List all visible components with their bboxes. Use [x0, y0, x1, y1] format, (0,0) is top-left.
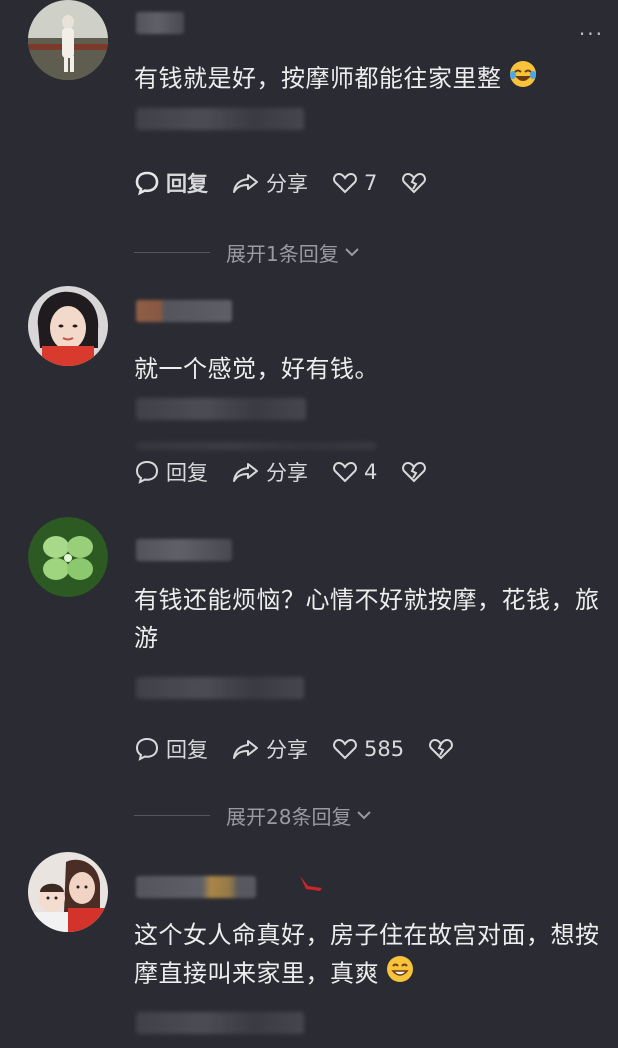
reply-bubble-icon [135, 171, 159, 196]
more-dots-icon[interactable]: ··· [579, 22, 604, 46]
username-blurred [136, 876, 256, 898]
comment-text: 这个女人命真好，房子住在故宫对面，想按摩直接叫来家里，真爽 [134, 916, 604, 995]
reply-button[interactable]: 回复 [134, 734, 208, 764]
reply-button[interactable]: 回复 [134, 168, 208, 198]
heart-icon [333, 461, 357, 483]
username-blurred [136, 12, 184, 34]
share-arrow-icon [233, 463, 258, 482]
heart-icon [333, 172, 357, 194]
comment-text: 有钱就是好，按摩师都能往家里整 [134, 59, 604, 100]
username-blurred [136, 300, 232, 322]
username-blurred [136, 539, 232, 561]
dislike-button[interactable] [401, 460, 427, 484]
broken-heart-icon [402, 172, 427, 194]
avatar[interactable] [28, 517, 108, 597]
share-arrow-icon [233, 740, 258, 759]
reply-bubble-icon [135, 460, 159, 484]
broken-heart-icon [402, 461, 427, 483]
share-button[interactable]: 分享 [232, 734, 308, 764]
timestamp-blurred [136, 677, 304, 699]
avatar[interactable] [28, 0, 108, 80]
share-button[interactable]: 分享 [232, 168, 308, 198]
timestamp-blurred [136, 398, 306, 420]
chevron-down-icon [357, 811, 372, 820]
heart-icon [333, 738, 357, 760]
like-button[interactable]: 7 [332, 171, 377, 195]
expand-replies[interactable]: 展开1条回复 [134, 239, 574, 266]
comment-text: 就一个感觉，好有钱。 [134, 355, 379, 383]
timestamp-blurred [136, 108, 304, 130]
divider-line [134, 251, 210, 253]
share-button[interactable]: 分享 [232, 457, 308, 487]
chevron-down-icon [345, 248, 359, 257]
comment-actions: 回复 分享 585 [134, 734, 478, 764]
avatar[interactable] [28, 286, 108, 366]
dislike-button[interactable] [401, 171, 427, 195]
broken-heart-icon [429, 738, 453, 760]
avatar[interactable] [28, 852, 108, 932]
comment-text: 有钱还能烦恼？心情不好就按摩，花钱，旅游 [134, 586, 600, 652]
reply-button[interactable]: 回复 [134, 457, 208, 487]
like-button[interactable]: 4 [332, 460, 377, 484]
share-arrow-icon [233, 174, 258, 193]
reply-bubble-icon [135, 737, 159, 761]
divider-line [134, 814, 210, 816]
comment-actions: 回复 分享 4 [134, 457, 451, 487]
expand-replies[interactable]: 展开28条回复 [134, 802, 574, 829]
like-button[interactable]: 585 [332, 737, 404, 761]
grin-emoji-icon [385, 954, 415, 995]
rofl-emoji-icon [508, 59, 538, 100]
timestamp-blurred [136, 1012, 304, 1034]
comment-actions: 回复 分享 7 [134, 168, 451, 198]
heels-icon [300, 876, 322, 891]
location-blurred [136, 442, 376, 450]
dislike-button[interactable] [428, 737, 454, 761]
